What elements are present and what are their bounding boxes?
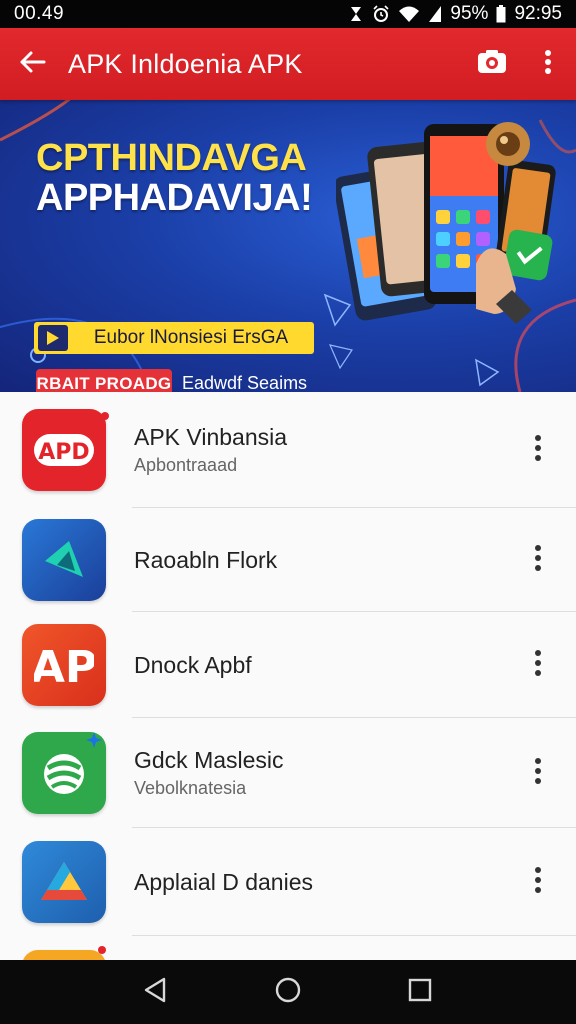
ap-letter-app-icon: AP [22, 624, 106, 706]
back-button[interactable] [0, 28, 64, 100]
status-time-left: 00.49 [14, 3, 65, 24]
alarm-icon [372, 5, 390, 23]
more-vert-icon [534, 757, 542, 790]
item-more-button[interactable] [522, 641, 554, 689]
app-bar: APK Inldoenia APK [0, 28, 576, 100]
list-item-title: Dnock Apbf [134, 651, 252, 678]
play-triangle-app-icon [22, 519, 106, 601]
list-item-text: APK Vinbansia Apbontraaad [134, 424, 287, 476]
svg-text:AP: AP [34, 642, 94, 690]
list-item-subtitle: Vebolknatesia [134, 778, 247, 798]
list-item-text: Gdck Maslesic Vebolknatesia [134, 747, 284, 799]
list-item-subtitle: Apbontraaad [134, 455, 238, 475]
arrow-left-icon [18, 50, 46, 79]
list-item[interactable]: Applaial D danies [0, 828, 576, 936]
notification-badge [98, 946, 106, 954]
more-vert-icon [534, 544, 542, 577]
phones-illustration-icon [336, 122, 556, 324]
promo-banner[interactable]: CPTHINDAVGA APPHADAVIJA! Eubor lNonsiesi… [0, 100, 576, 392]
more-vert-icon [534, 434, 542, 467]
more-vert-icon [544, 49, 552, 80]
notification-badge [101, 412, 109, 420]
list-item[interactable]: AP Dnock Apbf [0, 612, 576, 718]
headline-line-1: CPTHINDAVGA [36, 137, 307, 179]
list-item-title: Applaial D danies [134, 868, 314, 895]
battery-icon [496, 5, 506, 23]
item-more-button[interactable] [522, 749, 554, 797]
list-item[interactable]: APD APK Vinbansia Apbontraaad [0, 392, 576, 508]
orange-app-icon [22, 950, 106, 960]
wifi-icon [398, 5, 420, 23]
status-bar: 00.49 95% 92:95 [0, 0, 576, 28]
drive-triangle-app-icon [22, 841, 106, 923]
item-more-button[interactable] [522, 858, 554, 906]
camera-icon [477, 49, 507, 80]
status-icons: 95% 92:95 [348, 3, 562, 25]
list-item-text: Applaial D danies [134, 869, 313, 896]
list-item-partial[interactable] [0, 936, 576, 960]
status-clock: 92:95 [514, 3, 562, 24]
list-item-text: Raoabln Flork [134, 547, 277, 574]
headline-line-2: APPHADAVIJA! [36, 177, 313, 219]
apk-app-icon: APD [22, 409, 106, 491]
nav-back-button[interactable] [126, 962, 186, 1022]
play-icon [38, 325, 68, 351]
nav-home-button[interactable] [258, 962, 318, 1022]
list-item-title: Raoabln Flork [134, 546, 278, 573]
system-nav-bar [0, 960, 576, 1024]
promo-text: Eubor lNonsiesi ErsGA [93, 327, 289, 348]
nav-recents-button[interactable] [390, 962, 450, 1022]
banner-cta-subtext: Eadwdf Seaims [182, 373, 308, 392]
more-vert-icon [534, 649, 542, 682]
signal-icon [428, 5, 442, 23]
list-item-title: APK Vinbansia [134, 424, 288, 450]
banner-cta-button[interactable]: RBAIT PROADG [36, 369, 172, 392]
camera-button[interactable] [464, 28, 520, 100]
home-circle-icon [274, 976, 302, 1009]
banner-headline: CPTHINDAVGA APPHADAVIJA! [36, 137, 313, 219]
sparkle-icon [86, 732, 102, 753]
battery-percent: 95% [450, 3, 489, 24]
promo-pill: Eubor lNonsiesi ErsGA [34, 322, 314, 354]
list-item[interactable]: Gdck Maslesic Vebolknatesia [0, 718, 576, 828]
more-vert-icon [534, 866, 542, 899]
overflow-menu-button[interactable] [520, 28, 576, 100]
item-more-button[interactable] [522, 536, 554, 584]
nfc-icon [348, 5, 364, 23]
list-item[interactable]: Raoabln Flork [0, 508, 576, 612]
svg-text:APD: APD [38, 440, 89, 465]
app-list: APD APK Vinbansia Apbontraaad Raoabln Fl… [0, 392, 576, 960]
recents-square-icon [408, 978, 432, 1007]
item-more-button[interactable] [522, 426, 554, 474]
back-triangle-icon [143, 977, 169, 1008]
page-title: APK Inldoenia APK [68, 48, 303, 79]
list-item-title: Gdck Maslesic [134, 747, 284, 773]
list-item-text: Dnock Apbf [134, 652, 252, 679]
